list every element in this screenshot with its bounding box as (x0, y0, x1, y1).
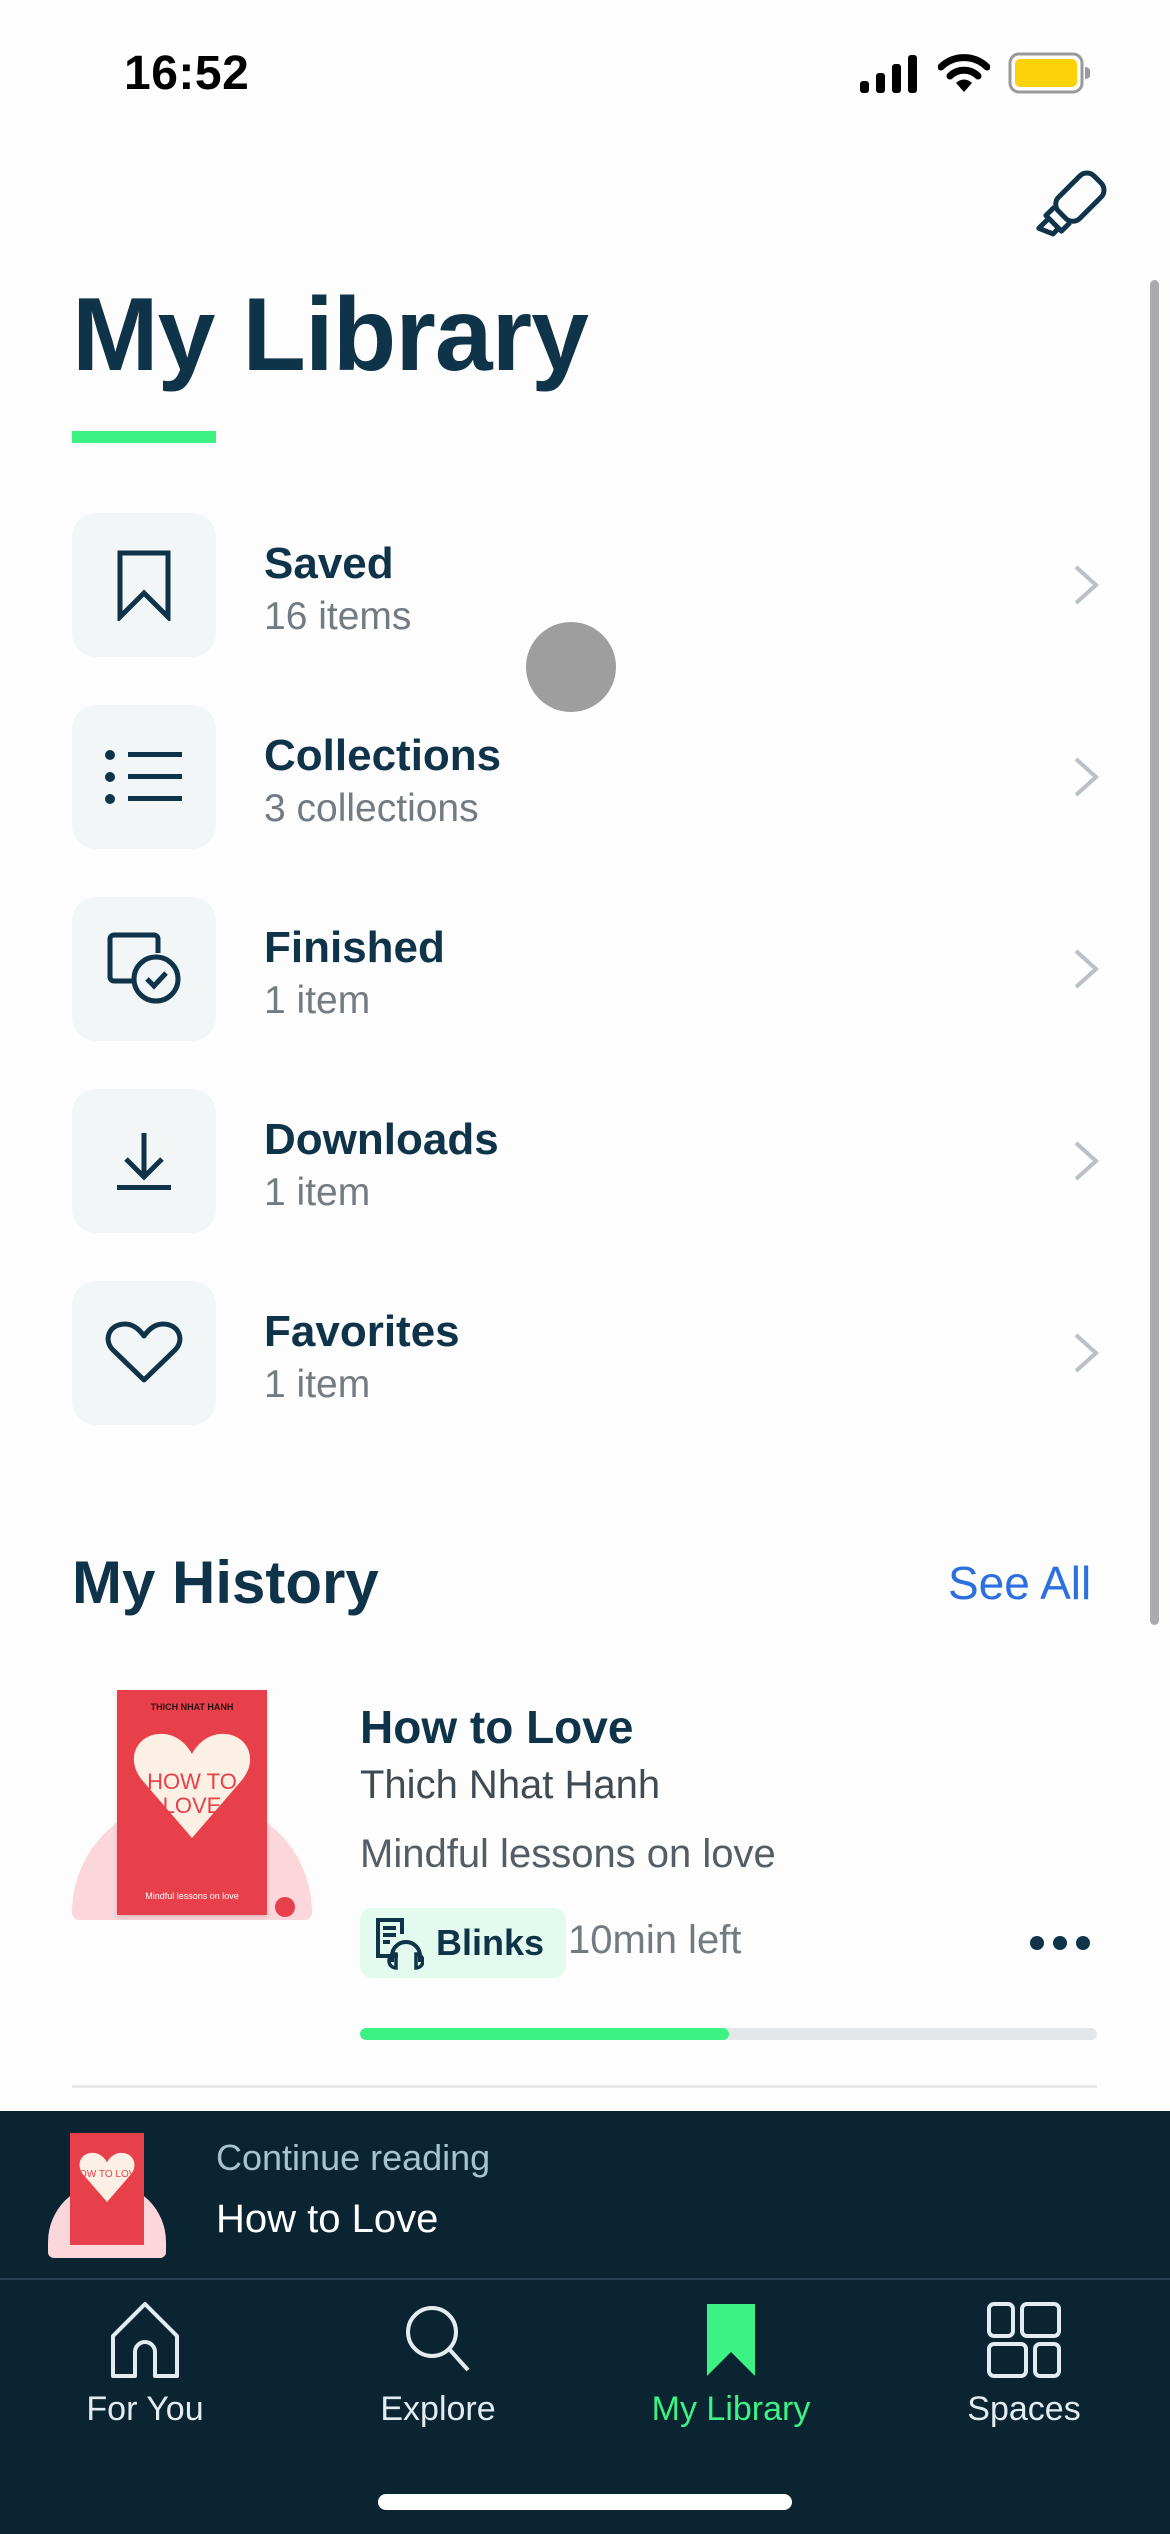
status-time: 16:52 (124, 47, 250, 100)
icon-box (72, 897, 216, 1041)
cover-subtitle: Mindful lessons on love (145, 1891, 239, 1901)
bookmark-filled-icon (707, 2304, 755, 2376)
library-item-count: 1 item (264, 1171, 371, 1214)
time-left: 10min left (568, 1918, 742, 1962)
download-icon (117, 1133, 171, 1190)
cover-author: THICH NHAT HANH (150, 1702, 234, 1712)
library-item-title: Downloads (264, 1115, 499, 1164)
library-item-count: 1 item (264, 1363, 371, 1406)
battery-icon (1008, 52, 1090, 94)
cellular-signal-icon (860, 55, 917, 93)
cover-image: HOW TO LOVE (70, 2133, 144, 2245)
chevron-right-icon (1074, 565, 1099, 605)
reading-progress-fill (360, 2028, 729, 2040)
tab-label: For You (86, 2390, 204, 2428)
library-item-downloads[interactable]: Downloads 1 item (0, 1089, 1170, 1281)
book-title: How to Love (360, 1701, 634, 1753)
title-underline (72, 431, 216, 443)
chevron-right-icon (1074, 1333, 1099, 1373)
reading-progress-bar (360, 2028, 1097, 2040)
bookmark-icon (117, 550, 171, 621)
tab-label: Explore (380, 2390, 496, 2428)
tab-label: Spaces (967, 2390, 1081, 2428)
history-book-card[interactable]: THICH NHAT HANH HOW TO LOVE Mindful less… (0, 1680, 1170, 2090)
highlighter-icon (1036, 170, 1107, 237)
wifi-icon (938, 54, 990, 92)
more-options-button[interactable] (1030, 1928, 1092, 1958)
book-description: Mindful lessons on love (360, 1832, 776, 1876)
more-dot-icon (1076, 1936, 1090, 1950)
library-item-collections[interactable]: Collections 3 collections (0, 705, 1170, 897)
home-icon (111, 2302, 179, 2378)
library-item-finished[interactable]: Finished 1 item (0, 897, 1170, 1089)
chevron-right-icon (1074, 949, 1099, 989)
publisher-badge-icon (275, 1897, 295, 1917)
format-label: Blinks (436, 1922, 545, 1963)
history-heading: My History (72, 1549, 379, 1616)
cover-title: HOW TO LOVE (147, 1769, 237, 1819)
continue-reading-label: Continue reading (216, 2137, 491, 2178)
cover-title: HOW TO LOVE (71, 2169, 143, 2180)
library-item-title: Favorites (264, 1307, 460, 1356)
icon-box (72, 513, 216, 657)
format-badge: Blinks (360, 1908, 567, 1978)
home-indicator[interactable] (378, 2494, 792, 2510)
library-item-title: Collections (264, 731, 502, 780)
book-author: Thich Nhat Hanh (360, 1763, 661, 1807)
tab-for-you[interactable]: For You (45, 2300, 245, 2450)
scrollbar[interactable] (1150, 280, 1159, 1625)
more-dot-icon (1053, 1936, 1067, 1950)
library-item-count: 16 items (264, 595, 412, 638)
cover-image: THICH NHAT HANH HOW TO LOVE Mindful less… (117, 1690, 267, 1915)
more-dot-icon (1030, 1936, 1044, 1950)
library-item-count: 1 item (264, 979, 371, 1022)
finished-check-icon (107, 932, 181, 1004)
tab-spaces[interactable]: Spaces (924, 2300, 1124, 2450)
library-item-title: Finished (264, 923, 445, 972)
tab-label: My Library (651, 2390, 811, 2428)
library-item-favorites[interactable]: Favorites 1 item (0, 1281, 1170, 1473)
grid-icon (987, 2302, 1061, 2378)
library-item-title: Saved (264, 539, 394, 588)
touch-indicator (526, 622, 616, 712)
icon-box (72, 1281, 216, 1425)
list-icon (105, 750, 182, 804)
library-item-count: 3 collections (264, 787, 479, 830)
icon-box (72, 705, 216, 849)
continue-reading-bar[interactable]: HOW TO LOVE Continue reading How to Love (0, 2111, 1170, 2278)
search-icon (406, 2306, 470, 2372)
tab-my-library[interactable]: My Library (631, 2300, 831, 2450)
status-icons (858, 52, 1090, 94)
mini-book-cover: HOW TO LOVE (48, 2133, 168, 2258)
see-all-link[interactable]: See All (948, 1556, 1091, 1610)
book-cover[interactable]: THICH NHAT HANH HOW TO LOVE Mindful less… (72, 1690, 312, 1940)
chevron-right-icon (1074, 1141, 1099, 1181)
continue-reading-title: How to Love (216, 2197, 439, 2241)
page-title: My Library (72, 277, 589, 393)
heart-icon (105, 1321, 183, 1383)
divider (72, 2085, 1097, 2088)
chevron-right-icon (1074, 757, 1099, 797)
tab-explore[interactable]: Explore (338, 2300, 538, 2450)
highlights-button[interactable] (1010, 162, 1120, 262)
icon-box (72, 1089, 216, 1233)
blinks-audio-text-icon (376, 1918, 424, 1970)
